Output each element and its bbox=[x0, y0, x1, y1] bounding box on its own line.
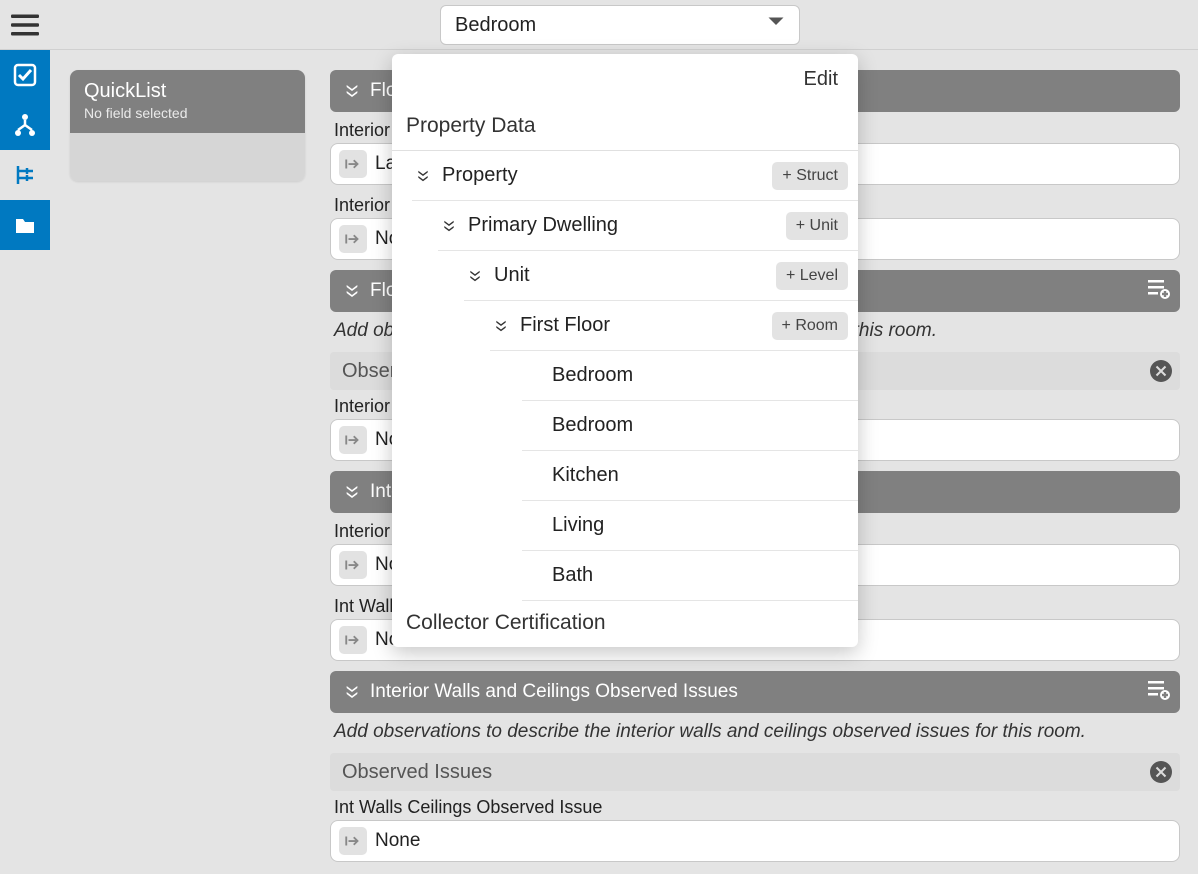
quicklist-title: QuickList bbox=[84, 80, 291, 103]
field-input[interactable]: None bbox=[330, 820, 1180, 862]
sub-header: Observed Issues bbox=[330, 753, 1180, 791]
rail-tab-tree[interactable] bbox=[0, 150, 50, 200]
menu-button[interactable] bbox=[0, 0, 50, 50]
tree-add-button[interactable]: + Room bbox=[772, 312, 848, 340]
tree-row[interactable]: Kitchen bbox=[522, 451, 858, 501]
close-button[interactable] bbox=[1150, 360, 1172, 382]
chevron-double-icon bbox=[438, 219, 460, 233]
tree-row-label: Bedroom bbox=[552, 364, 633, 387]
caret-down-icon bbox=[767, 13, 785, 37]
arrow-in-icon bbox=[339, 827, 367, 855]
quicklist-subtitle: No field selected bbox=[84, 105, 291, 121]
tree-row-label: Bath bbox=[552, 564, 593, 587]
tree-row[interactable]: Property + Struct bbox=[412, 151, 858, 201]
section-note: Add observations to describe the interio… bbox=[334, 721, 1176, 743]
popover-section-collector-cert[interactable]: Collector Certification bbox=[392, 601, 858, 647]
tree-row-label: First Floor bbox=[520, 314, 610, 337]
chevron-double-icon bbox=[344, 684, 360, 700]
check-icon bbox=[13, 63, 37, 87]
chevron-double-icon bbox=[490, 319, 512, 333]
tree-icon bbox=[13, 163, 37, 187]
field-label: Int Walls Ceilings Observed Issue bbox=[334, 797, 1176, 818]
add-observation-button[interactable] bbox=[1146, 677, 1170, 707]
quicklist-body bbox=[70, 133, 305, 181]
tree-row[interactable]: Bedroom bbox=[522, 401, 858, 451]
top-bar: Bedroom bbox=[0, 0, 1198, 50]
tree-add-button[interactable]: + Level bbox=[776, 262, 848, 290]
edit-label: Edit bbox=[804, 68, 838, 91]
rail-tab-folder[interactable] bbox=[0, 200, 50, 250]
tree-row[interactable]: Living bbox=[522, 501, 858, 551]
field-value: None bbox=[375, 830, 420, 852]
quicklist-header: QuickList No field selected bbox=[70, 70, 305, 133]
arrow-in-icon bbox=[339, 150, 367, 178]
left-rail bbox=[0, 50, 50, 874]
rail-tab-branch[interactable] bbox=[0, 100, 50, 150]
add-observation-button[interactable] bbox=[1146, 276, 1170, 306]
tree-row-label: Bedroom bbox=[552, 414, 633, 437]
tree-row[interactable]: Unit + Level bbox=[464, 251, 858, 301]
branch-icon bbox=[13, 113, 37, 137]
popover-section-property-data[interactable]: Property Data bbox=[392, 104, 858, 151]
rail-tab-checklist[interactable] bbox=[0, 50, 50, 100]
tree-add-button[interactable]: + Struct bbox=[772, 162, 848, 190]
navigation-popover: Edit Property Data Property + Struct Prima… bbox=[392, 54, 858, 647]
tree-row[interactable]: Bedroom bbox=[522, 351, 858, 401]
close-button[interactable] bbox=[1150, 761, 1172, 783]
popover-edit-button[interactable]: Edit bbox=[392, 54, 858, 104]
arrow-in-icon bbox=[339, 626, 367, 654]
tree-row-label: Living bbox=[552, 514, 604, 537]
chevron-double-icon bbox=[344, 83, 360, 99]
tree-row[interactable]: Primary Dwelling + Unit bbox=[438, 201, 858, 251]
sub-header-title: Observed Issues bbox=[342, 761, 492, 784]
section-title: Interior Walls and Ceilings Observed Iss… bbox=[370, 681, 738, 703]
tree-row-label: Property bbox=[442, 164, 518, 187]
menu-icon bbox=[11, 11, 39, 39]
arrow-in-icon bbox=[339, 225, 367, 253]
chevron-double-icon bbox=[412, 169, 434, 183]
tree-row-label: Kitchen bbox=[552, 464, 619, 487]
arrow-in-icon bbox=[339, 551, 367, 579]
chevron-double-icon bbox=[464, 269, 486, 283]
chevron-double-icon bbox=[344, 283, 360, 299]
arrow-in-icon bbox=[339, 426, 367, 454]
section-header[interactable]: Interior Walls and Ceilings Observed Iss… bbox=[330, 671, 1180, 713]
tree-row-label: Unit bbox=[494, 264, 530, 287]
chevron-double-icon bbox=[344, 484, 360, 500]
room-selector-value: Bedroom bbox=[455, 14, 536, 37]
quicklist-panel: QuickList No field selected bbox=[70, 70, 305, 181]
folder-icon bbox=[13, 213, 37, 237]
popover-tree: Property + Struct Primary Dwelling + Unit Un… bbox=[392, 151, 858, 601]
room-selector[interactable]: Bedroom bbox=[440, 5, 800, 45]
tree-row[interactable]: First Floor + Room bbox=[490, 301, 858, 351]
tree-row[interactable]: Bath bbox=[522, 551, 858, 601]
tree-row-label: Primary Dwelling bbox=[468, 214, 618, 237]
tree-add-button[interactable]: + Unit bbox=[786, 212, 848, 240]
